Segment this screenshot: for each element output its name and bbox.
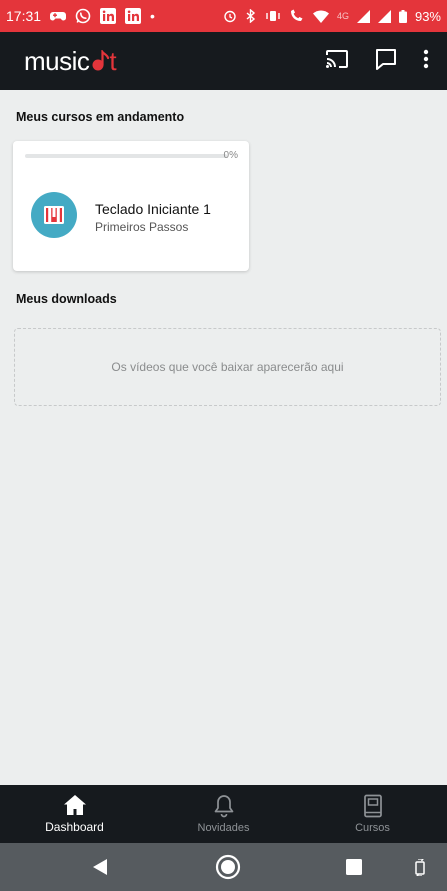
cast-icon[interactable]	[325, 49, 349, 74]
musicdot-logo: music t	[24, 45, 117, 76]
book-icon	[363, 794, 382, 818]
more-vert-icon[interactable]	[423, 49, 429, 74]
downloads-empty-message: Os vídeos que você baixar aparecerão aqu…	[111, 360, 344, 374]
system-nav-bar	[0, 843, 447, 891]
linkedin-icon	[125, 8, 142, 24]
downloads-empty-state: Os vídeos que você baixar aparecerão aqu…	[14, 328, 441, 406]
downloads-section-title: Meus downloads	[16, 292, 117, 306]
nav-item-dashboard[interactable]: Dashboard	[0, 785, 149, 843]
recents-icon[interactable]	[346, 859, 362, 875]
nav-label-cursos: Cursos	[355, 822, 390, 834]
battery-level: 93%	[414, 8, 441, 24]
course-progress-label: 0%	[223, 150, 238, 161]
courses-section-title: Meus cursos em andamento	[16, 110, 185, 124]
app-bar: music t	[0, 32, 447, 90]
status-bar: 17:31 • 4G 93%	[0, 0, 447, 32]
bluetooth-icon	[245, 9, 257, 23]
piano-icon	[31, 192, 77, 238]
gamepad-icon	[50, 10, 67, 22]
network-type: 4G	[336, 11, 349, 21]
status-time: 17:31	[6, 8, 42, 24]
nav-item-cursos[interactable]: Cursos	[298, 785, 447, 843]
nav-item-novidades[interactable]: Novidades	[149, 785, 298, 843]
music-note-icon	[92, 50, 110, 71]
chat-icon[interactable]	[375, 48, 397, 75]
alarm-icon	[223, 9, 237, 23]
signal-icon	[377, 9, 391, 23]
whatsapp-icon	[75, 8, 91, 24]
vibrate-icon	[265, 10, 281, 22]
home-icon	[63, 795, 86, 815]
back-icon[interactable]	[92, 858, 108, 876]
rotate-icon[interactable]	[413, 859, 427, 876]
nav-label-novidades: Novidades	[197, 822, 250, 834]
home-circle-icon[interactable]	[215, 854, 241, 880]
nav-label-dashboard: Dashboard	[45, 820, 104, 834]
course-card[interactable]: 0% Teclado Iniciante 1 Primeiros Passos	[13, 141, 249, 271]
linkedin-icon	[100, 8, 117, 24]
course-subtitle: Primeiros Passos	[95, 220, 189, 234]
call-icon	[289, 9, 305, 23]
bell-icon	[214, 795, 233, 818]
bottom-nav: Dashboard Novidades Cursos	[0, 785, 447, 843]
course-progress-bar	[25, 154, 227, 158]
notification-dot: •	[150, 8, 155, 24]
course-title: Teclado Iniciante 1	[95, 201, 211, 217]
battery-icon	[398, 9, 407, 23]
signal-icon	[356, 9, 370, 23]
wifi-icon	[312, 10, 329, 23]
